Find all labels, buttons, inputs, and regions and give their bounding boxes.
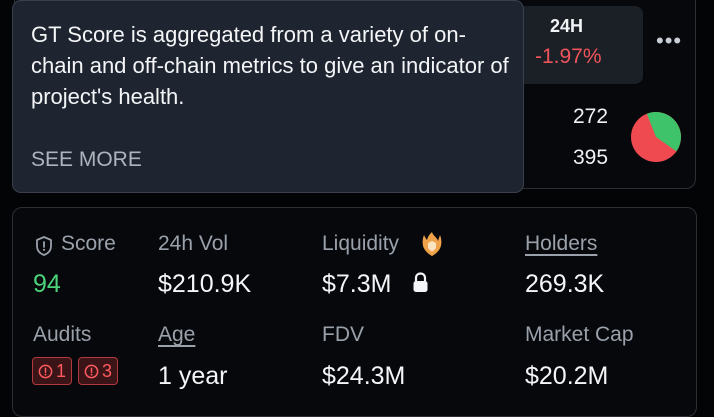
- liquidity-value: $7.3M: [322, 270, 392, 298]
- lock-icon: [413, 272, 428, 292]
- age-value: 1 year: [158, 362, 228, 390]
- alert-circle-icon: [84, 364, 99, 378]
- market-cap-label: Market Cap: [525, 323, 634, 346]
- score-value: 94: [33, 270, 61, 298]
- audit-badge-count: 1: [56, 360, 67, 381]
- audits-label: Audits: [33, 323, 92, 346]
- tooltip-text: GT Score is aggregated from a variety of…: [31, 22, 509, 109]
- gt-score-tooltip: GT Score is aggregated from a variety of…: [12, 0, 524, 193]
- sentiment-down-votes: 395: [573, 146, 609, 169]
- vol24h-value: $210.9K: [158, 270, 252, 298]
- fire-shield-icon[interactable]: [421, 231, 443, 257]
- price-change-value: -1.97%: [535, 45, 602, 68]
- more-options-button[interactable]: •••: [656, 30, 682, 52]
- vol24h-label: 24h Vol: [158, 232, 229, 255]
- sentiment-up-votes: 272: [573, 105, 609, 128]
- score-label: Score: [61, 232, 116, 255]
- audit-badge-high[interactable]: 1: [32, 357, 73, 385]
- audit-badge-count: 3: [102, 360, 113, 381]
- sentiment-pie-chart: [631, 112, 681, 162]
- fdv-label: FDV: [322, 323, 364, 346]
- liquidity-label: Liquidity: [322, 232, 400, 255]
- market-cap-value: $20.2M: [525, 362, 609, 390]
- see-more-link[interactable]: SEE MORE: [31, 148, 142, 172]
- price-change-label: 24H: [550, 16, 584, 36]
- age-link[interactable]: Age: [158, 323, 195, 347]
- audit-badge-medium[interactable]: 3: [78, 357, 119, 385]
- fdv-value: $24.3M: [322, 362, 406, 390]
- shield-icon: [36, 236, 52, 256]
- holders-link[interactable]: Holders: [525, 232, 597, 256]
- holders-value: 269.3K: [525, 270, 605, 298]
- alert-circle-icon: [38, 364, 53, 378]
